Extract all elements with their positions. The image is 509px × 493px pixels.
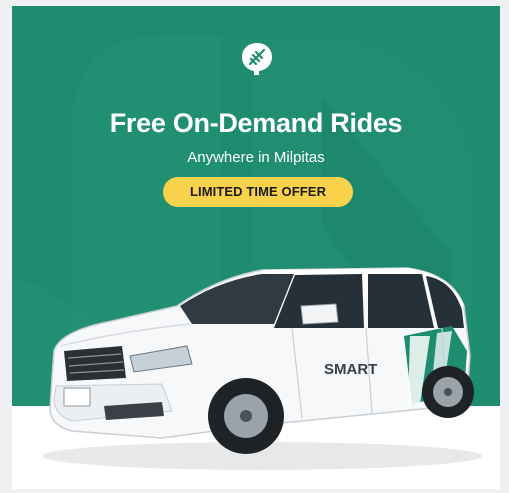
van-image: SMART <box>42 267 482 470</box>
promo-card: Free On-Demand Rides Anywhere in Milpita… <box>12 6 500 489</box>
van-brand-text: SMART <box>324 361 377 378</box>
